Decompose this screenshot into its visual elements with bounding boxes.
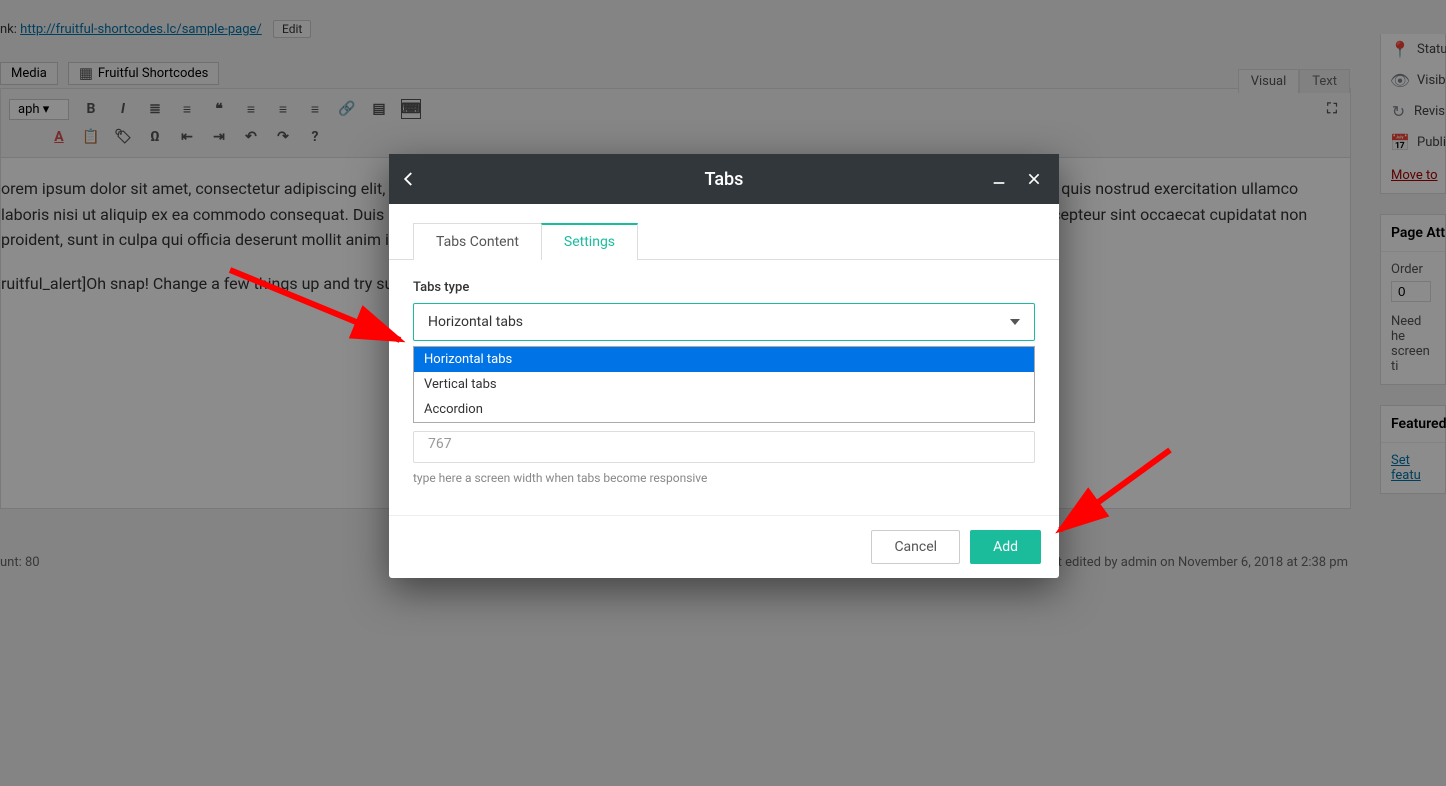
tab-settings[interactable]: Settings (541, 223, 638, 260)
tabs-modal: Tabs Tabs Content Settings Tabs type Hor… (389, 154, 1059, 578)
tabs-type-dropdown: Horizontal tabs Vertical tabs Accordion (413, 346, 1035, 423)
cancel-button[interactable]: Cancel (871, 530, 960, 564)
help-text: type here a screen width when tabs becom… (413, 471, 1035, 485)
modal-title: Tabs (389, 169, 1059, 190)
responsive-width-input[interactable]: 767 (413, 431, 1035, 463)
close-icon[interactable] (1014, 154, 1054, 204)
tabs-type-label: Tabs type (413, 280, 1035, 295)
tab-tabs-content[interactable]: Tabs Content (413, 223, 542, 260)
dropdown-option[interactable]: Horizontal tabs (414, 347, 1034, 372)
add-button[interactable]: Add (970, 530, 1041, 564)
dropdown-option[interactable]: Vertical tabs (414, 372, 1034, 397)
tabs-type-select[interactable]: Horizontal tabs (413, 303, 1035, 341)
minimize-icon[interactable] (979, 154, 1019, 204)
back-icon[interactable] (389, 154, 429, 204)
dropdown-option[interactable]: Accordion (414, 397, 1034, 422)
chevron-down-icon (1010, 319, 1020, 325)
